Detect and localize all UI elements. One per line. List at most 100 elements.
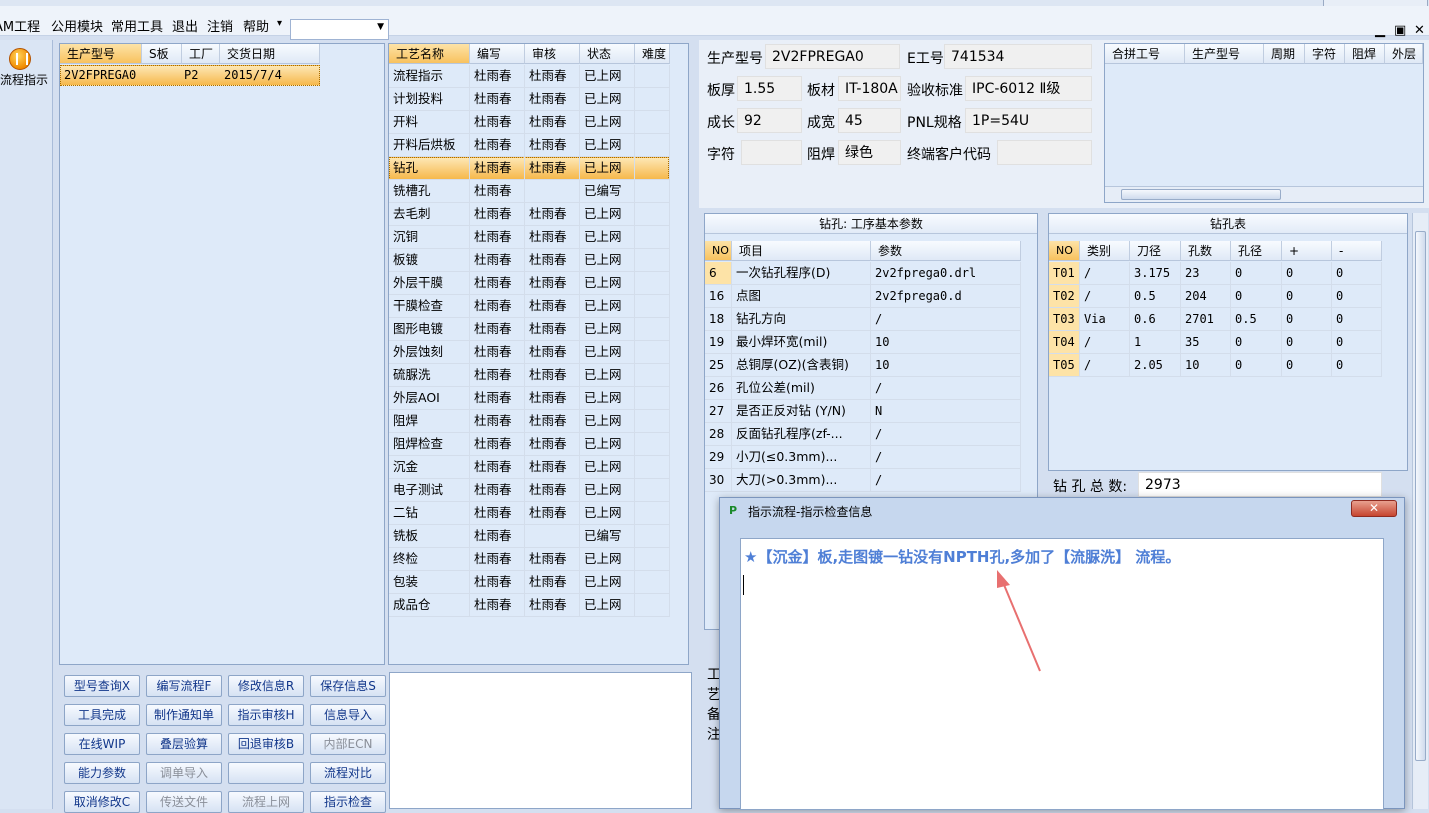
process-cell[interactable]: 已上网	[580, 65, 635, 88]
drill-cell[interactable]: 0	[1332, 354, 1382, 377]
flow-indicator-label[interactable]: 流程指示	[0, 71, 48, 88]
process-cell[interactable]: 杜雨春	[525, 364, 580, 387]
col-factory[interactable]: 工厂	[182, 44, 220, 64]
drill-cell[interactable]: 2.05	[1130, 354, 1181, 377]
param-cell[interactable]: /	[871, 423, 1021, 446]
menu-cam[interactable]: AM工程	[0, 16, 40, 35]
process-cell[interactable]: 已上网	[580, 134, 635, 157]
param-cell[interactable]: 2v2fprega0.drl	[871, 262, 1021, 285]
drill-cell[interactable]: 0	[1332, 285, 1382, 308]
drill-cell[interactable]: T05	[1049, 354, 1080, 377]
process-cell[interactable]: 杜雨春	[470, 203, 525, 226]
drill-header[interactable]: 类别	[1080, 241, 1130, 261]
process-cell[interactable]: 外层AOI	[389, 387, 470, 410]
col-status[interactable]: 状态	[580, 44, 635, 64]
action-button[interactable]: 保存信息S	[310, 675, 386, 697]
drill-header[interactable]: NO	[1049, 241, 1080, 261]
process-cell[interactable]	[635, 502, 670, 525]
drill-cell[interactable]: 10	[1181, 354, 1231, 377]
process-cell[interactable]	[635, 111, 670, 134]
process-cell[interactable]: 杜雨春	[470, 111, 525, 134]
process-cell[interactable]: 已编写	[580, 180, 635, 203]
process-cell[interactable]: 杜雨春	[470, 479, 525, 502]
process-cell[interactable]: 开料	[389, 111, 470, 134]
drill-cell[interactable]: T03	[1049, 308, 1080, 331]
drill-cell[interactable]: T02	[1049, 285, 1080, 308]
v-scrollbar[interactable]	[1412, 213, 1428, 809]
drill-header[interactable]: 孔径	[1231, 241, 1282, 261]
col-mask[interactable]: 阻焊	[1345, 44, 1385, 64]
process-cell[interactable]: 杜雨春	[525, 134, 580, 157]
param-cell[interactable]: 是否正反对钻 (Y/N)	[732, 400, 871, 423]
process-cell[interactable]: 钻孔	[389, 157, 470, 180]
param-cell[interactable]: N	[871, 400, 1021, 423]
process-cell[interactable]: 已编写	[580, 525, 635, 548]
process-cell[interactable]: 杜雨春	[470, 387, 525, 410]
process-cell[interactable]: 杜雨春	[525, 502, 580, 525]
action-button[interactable]: 能力参数	[64, 762, 140, 784]
param-cell[interactable]: 30	[705, 469, 732, 492]
process-cell[interactable]	[635, 525, 670, 548]
param-cell[interactable]: 大刀(>0.3mm)...	[732, 469, 871, 492]
process-cell[interactable]: 硫脲洗	[389, 364, 470, 387]
process-cell[interactable]: 流程指示	[389, 65, 470, 88]
process-cell[interactable]: 电子测试	[389, 479, 470, 502]
param-cell[interactable]: 孔位公差(mil)	[732, 377, 871, 400]
process-cell[interactable]	[635, 157, 670, 180]
drill-cell[interactable]: 0.5	[1130, 285, 1181, 308]
h-scrollbar[interactable]	[1105, 186, 1423, 202]
drill-cell[interactable]: /	[1080, 331, 1130, 354]
col-sboard[interactable]: S板	[142, 44, 182, 64]
drill-header[interactable]: 刀径	[1130, 241, 1181, 261]
process-cell[interactable]: 沉金	[389, 456, 470, 479]
process-cell[interactable]: 杜雨春	[470, 571, 525, 594]
drill-header[interactable]: -	[1332, 241, 1382, 261]
process-cell[interactable]: 杜雨春	[525, 341, 580, 364]
process-cell[interactable]	[635, 456, 670, 479]
drill-cell[interactable]: /	[1080, 262, 1130, 285]
process-cell[interactable]: 阻焊检查	[389, 433, 470, 456]
drill-cell[interactable]: 0	[1332, 331, 1382, 354]
drill-cell[interactable]: 23	[1181, 262, 1231, 285]
minimize-button[interactable]: ▁	[1375, 23, 1385, 38]
menu-logout[interactable]: 注销	[207, 16, 233, 35]
process-cell[interactable]: 杜雨春	[525, 157, 580, 180]
param-cell[interactable]: 6	[705, 262, 732, 285]
action-button[interactable]: 修改信息R	[228, 675, 304, 697]
process-cell[interactable]: 杜雨春	[525, 272, 580, 295]
process-cell[interactable]	[635, 479, 670, 502]
process-cell[interactable]: 杜雨春	[525, 433, 580, 456]
process-cell[interactable]: 图形电镀	[389, 318, 470, 341]
process-cell[interactable]: 已上网	[580, 203, 635, 226]
process-cell[interactable]: 终检	[389, 548, 470, 571]
col-reviewer[interactable]: 审核	[525, 44, 580, 64]
col-period[interactable]: 周期	[1264, 44, 1305, 64]
process-cell[interactable]: 已上网	[580, 456, 635, 479]
process-cell[interactable]: 杜雨春	[525, 203, 580, 226]
process-cell[interactable]: 杜雨春	[470, 157, 525, 180]
menu-exit[interactable]: 退出	[172, 16, 198, 35]
process-cell[interactable]	[635, 318, 670, 341]
process-cell[interactable]: 铣板	[389, 525, 470, 548]
process-cell[interactable]: 已上网	[580, 594, 635, 617]
process-cell[interactable]: 已上网	[580, 341, 635, 364]
process-cell[interactable]: 杜雨春	[470, 502, 525, 525]
process-cell[interactable]: 已上网	[580, 272, 635, 295]
param-cell[interactable]: 29	[705, 446, 732, 469]
action-button[interactable]: 指示审核H	[228, 704, 304, 726]
drill-cell[interactable]: 204	[1181, 285, 1231, 308]
process-cell[interactable]: 杜雨春	[470, 65, 525, 88]
process-cell[interactable]: 杜雨春	[470, 410, 525, 433]
process-cell[interactable]: 杜雨春	[470, 341, 525, 364]
process-cell[interactable]	[635, 571, 670, 594]
process-cell[interactable]: 已上网	[580, 502, 635, 525]
process-cell[interactable]	[635, 341, 670, 364]
process-cell[interactable]: 杜雨春	[525, 456, 580, 479]
process-cell[interactable]: 已上网	[580, 295, 635, 318]
action-button[interactable]: 在线WIP	[64, 733, 140, 755]
col-no[interactable]: NO	[705, 241, 732, 261]
process-cell[interactable]: 板镀	[389, 249, 470, 272]
drill-cell[interactable]: T04	[1049, 331, 1080, 354]
col-param[interactable]: 参数	[871, 241, 1021, 261]
process-cell[interactable]: 外层蚀刻	[389, 341, 470, 364]
